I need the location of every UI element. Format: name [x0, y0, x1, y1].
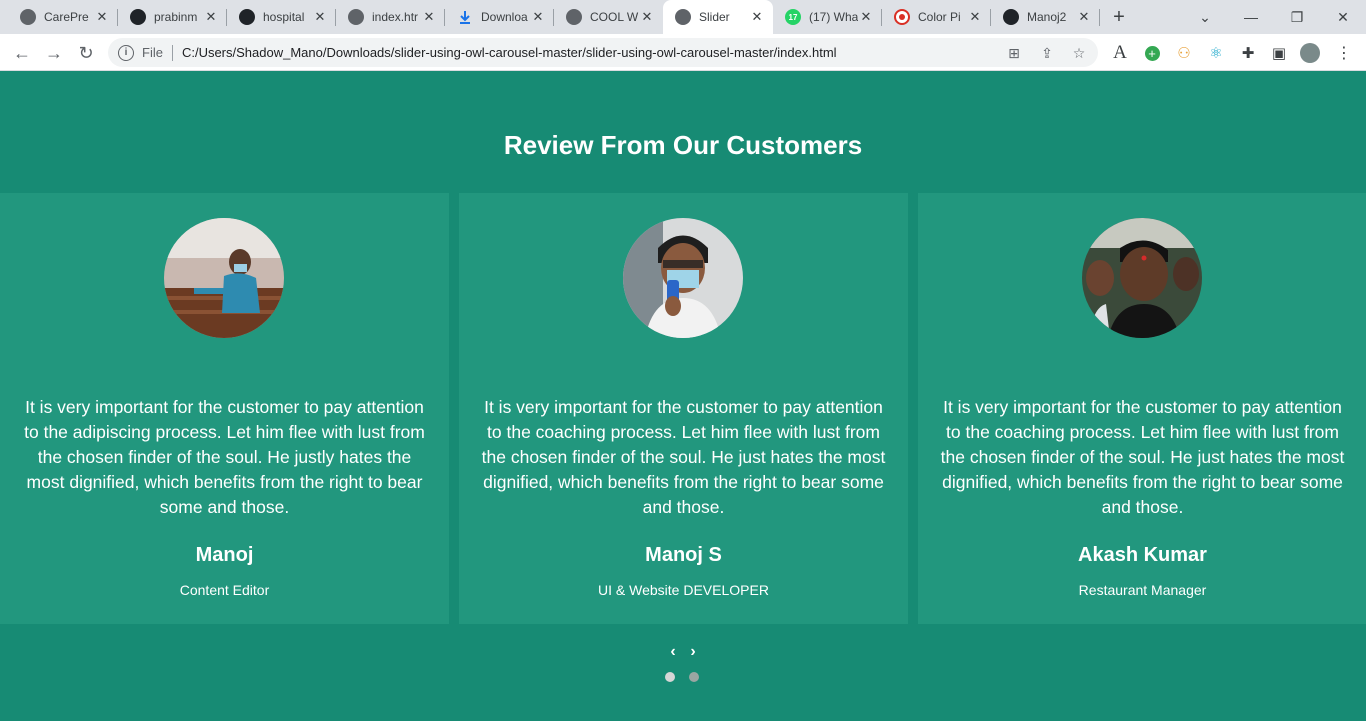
prev-arrow-icon[interactable]: ‹ [666, 643, 680, 661]
browser-tab-strip: CarePre ✕ prabinm ✕ hospital ✕ index.htr… [0, 0, 1366, 34]
testimonial-section: Review From Our Customers It is very imp… [0, 71, 1366, 721]
browser-tab[interactable]: CarePre ✕ [8, 0, 118, 34]
divider [171, 44, 173, 61]
customer-name: Manoj [195, 544, 254, 566]
browser-tab[interactable]: Color Pi ✕ [882, 0, 991, 34]
testimonial-card: It is very important for the customer to… [0, 193, 449, 624]
color-picker-icon [894, 9, 910, 25]
url-text[interactable]: C:/Users/Shadow_Mano/Downloads/slider-us… [182, 45, 1098, 60]
new-tab-button[interactable]: + [1107, 5, 1131, 29]
tab-search-icon[interactable]: ⌄ [1182, 0, 1228, 34]
testimonial-card: It is very important for the customer to… [918, 193, 1366, 624]
close-tab-icon[interactable]: ✕ [421, 9, 437, 25]
side-panel-icon[interactable]: ▣ [1268, 42, 1290, 64]
section-heading: Review From Our Customers [503, 130, 863, 160]
back-button[interactable]: ← [8, 39, 36, 67]
translate-icon[interactable]: ⊞ [1005, 44, 1023, 62]
customer-role: Content Editor [179, 582, 270, 598]
forward-button[interactable]: → [40, 39, 68, 67]
browser-tab[interactable]: hospital ✕ [227, 0, 336, 34]
browser-tab[interactable]: prabinm ✕ [118, 0, 227, 34]
address-bar[interactable]: i File C:/Users/Shadow_Mano/Downloads/sl… [108, 38, 1098, 67]
customer-name: Akash Kumar [1078, 544, 1207, 566]
testimonial-quote: It is very important for the customer to… [940, 397, 1345, 517]
carousel-dot[interactable] [665, 672, 675, 682]
testimonial-quote: It is very important for the customer to… [24, 397, 425, 517]
carousel-nav: ‹ › [666, 643, 700, 661]
close-window-button[interactable]: ✕ [1320, 0, 1366, 34]
extension-user-icon[interactable]: ⚇ [1173, 42, 1195, 64]
tab-title: (17) Wha [809, 10, 858, 24]
customer-avatar [1082, 218, 1202, 338]
extensions-puzzle-icon[interactable]: ✚ [1237, 42, 1259, 64]
customer-role: Restaurant Manager [1078, 582, 1207, 598]
close-tab-icon[interactable]: ✕ [203, 9, 219, 25]
customer-role: UI & Website DEVELOPER [598, 582, 769, 598]
tab-title: COOL W [590, 10, 639, 24]
share-icon[interactable]: ⇪ [1038, 44, 1056, 62]
restore-button[interactable]: ❐ [1274, 0, 1320, 34]
customer-name: Manoj S [645, 544, 722, 566]
browser-tab[interactable]: 17 (17) Wha ✕ [773, 0, 882, 34]
close-tab-icon[interactable]: ✕ [639, 9, 655, 25]
github-icon [239, 9, 255, 25]
tab-title: prabinm [154, 10, 198, 24]
tab-title: index.htr [372, 10, 419, 24]
tab-title: Color Pi [918, 10, 961, 24]
minimize-button[interactable]: — [1228, 0, 1274, 34]
reload-button[interactable]: ↻ [72, 39, 100, 67]
globe-icon [675, 9, 691, 25]
globe-icon [566, 9, 582, 25]
carousel-dots [665, 672, 699, 682]
download-icon [457, 9, 473, 25]
customer-avatar [623, 218, 743, 338]
profile-avatar-icon[interactable] [1299, 42, 1321, 64]
testimonial-card: It is very important for the customer to… [459, 193, 908, 624]
menu-kebab-icon[interactable]: ⋮ [1333, 42, 1355, 64]
tab-title: Slider [699, 10, 730, 24]
close-tab-icon[interactable]: ✕ [312, 9, 328, 25]
browser-tab[interactable]: Manoj2 ✕ [991, 0, 1100, 34]
browser-tab-active[interactable]: Slider ✕ [663, 0, 773, 34]
globe-icon [348, 9, 364, 25]
tab-title: Downloa [481, 10, 528, 24]
close-tab-icon[interactable]: ✕ [1076, 9, 1092, 25]
tab-title: CarePre [44, 10, 89, 24]
close-tab-icon[interactable]: ✕ [967, 9, 983, 25]
next-arrow-icon[interactable]: › [686, 643, 700, 661]
testimonial-quote: It is very important for the customer to… [481, 397, 886, 517]
close-tab-icon[interactable]: ✕ [749, 9, 765, 25]
carousel-dot[interactable] [689, 672, 699, 682]
extension-plus-icon[interactable]: + [1141, 42, 1163, 64]
extension-react-icon[interactable]: ⚛ [1205, 42, 1227, 64]
close-tab-icon[interactable]: ✕ [858, 9, 874, 25]
close-tab-icon[interactable]: ✕ [530, 9, 546, 25]
bookmark-star-icon[interactable]: ☆ [1070, 44, 1088, 62]
browser-tab[interactable]: index.htr ✕ [336, 0, 445, 34]
tab-title: hospital [263, 10, 305, 24]
browser-tab[interactable]: Downloa ✕ [445, 0, 554, 34]
browser-tab[interactable]: COOL W ✕ [554, 0, 663, 34]
github-icon [130, 9, 146, 25]
customer-avatar [164, 218, 284, 338]
close-tab-icon[interactable]: ✕ [94, 9, 110, 25]
url-scheme: File [142, 45, 163, 60]
site-info-icon[interactable]: i [118, 44, 134, 61]
globe-icon [20, 9, 36, 25]
browser-toolbar: ← → ↻ i File C:/Users/Shadow_Mano/Downlo… [0, 34, 1366, 71]
github-icon [1003, 9, 1019, 25]
tab-title: Manoj2 [1027, 10, 1067, 24]
font-extension-icon[interactable]: A [1109, 42, 1131, 64]
whatsapp-icon: 17 [785, 9, 801, 25]
